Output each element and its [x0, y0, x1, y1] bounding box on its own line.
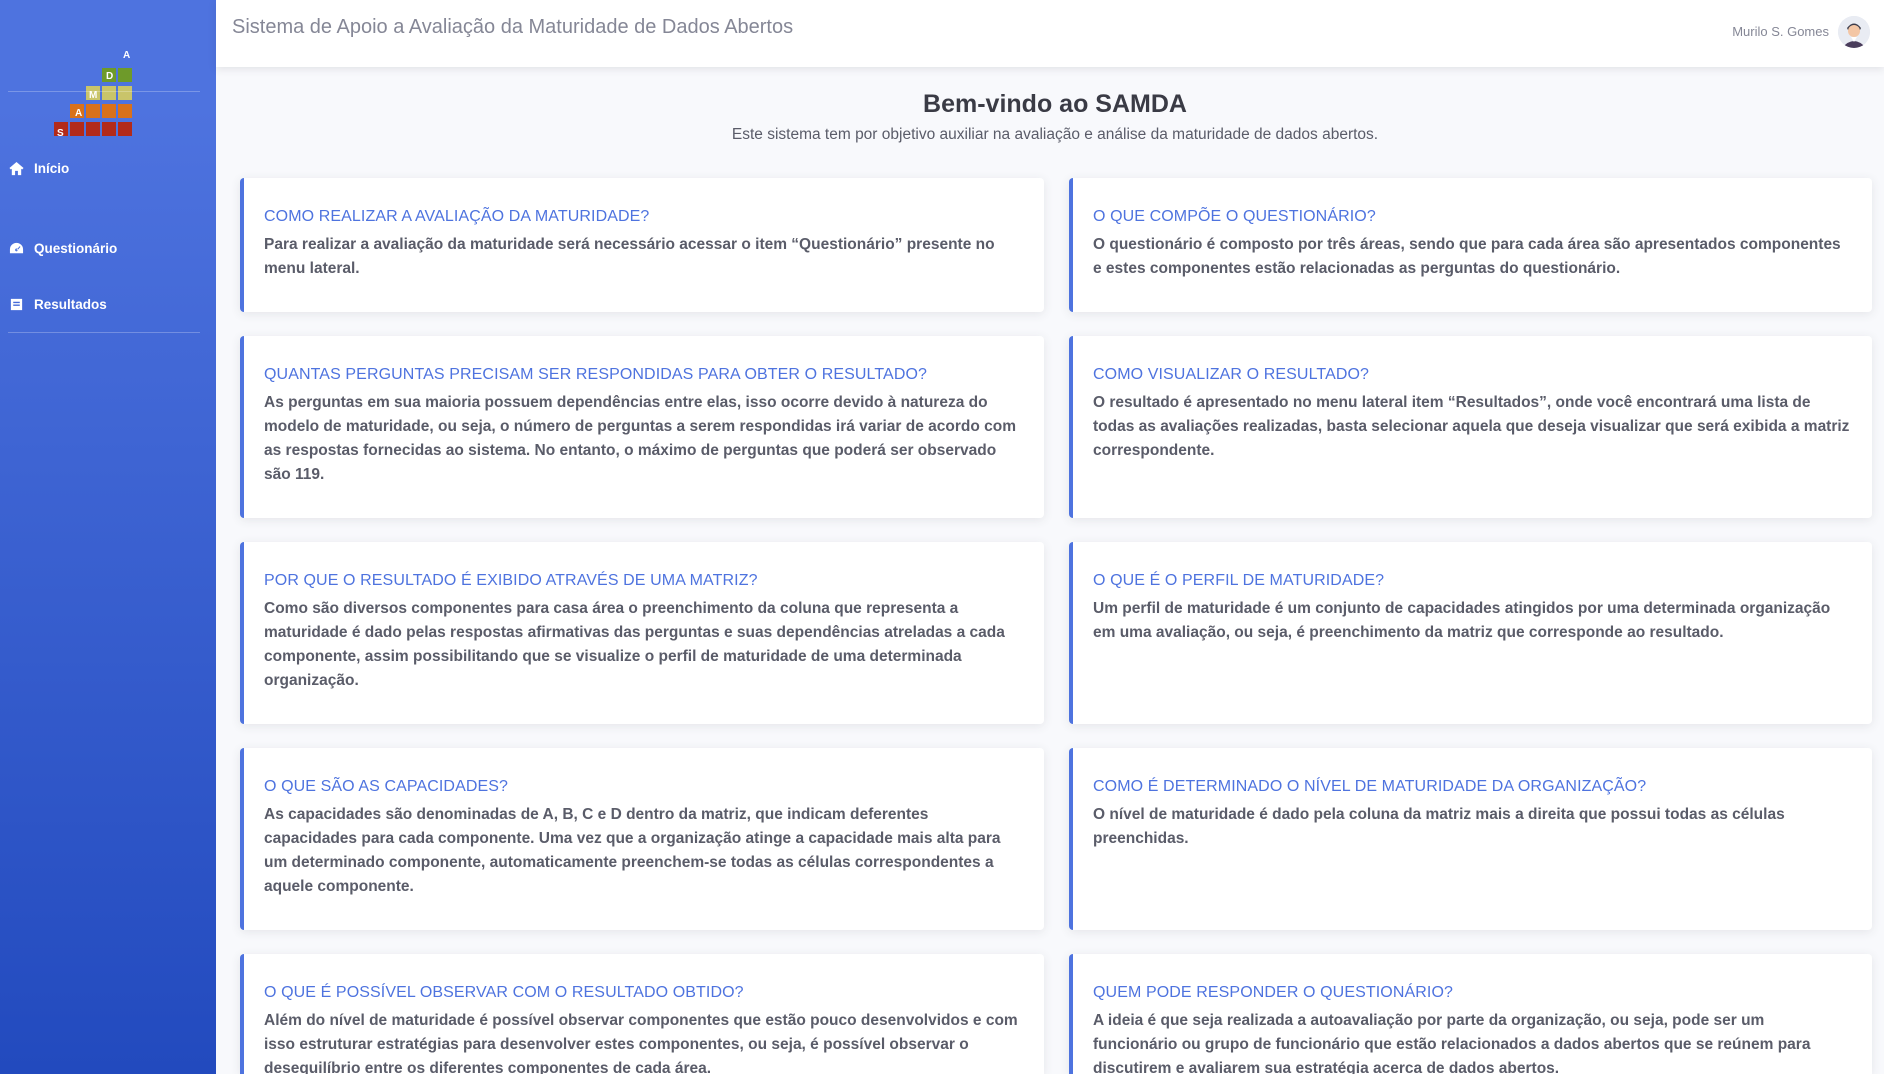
- tachometer-icon: [8, 240, 24, 256]
- faq-card-text: As perguntas em sua maioria possuem depe…: [264, 394, 1016, 483]
- page-subtitle: Este sistema tem por objetivo auxiliar n…: [731, 126, 1379, 143]
- faq-card: O QUE É POSSÍVEL OBSERVAR COM O RESULTAD…: [240, 954, 1044, 1074]
- faq-card-text: Para realizar a avaliação da maturidade …: [264, 236, 995, 277]
- topbar: Sistema de Apoio a Avaliação da Maturida…: [216, 0, 1884, 67]
- faq-card-title: COMO É DETERMINADO O NÍVEL DE MATURIDADE…: [1093, 778, 1647, 795]
- logo-letter-a2: A: [123, 50, 130, 61]
- faq-card-text: Além do nível de maturidade é possível o…: [264, 1012, 1018, 1074]
- sidebar-item-questionario[interactable]: Questionário: [8, 234, 200, 262]
- faq-card-title: O QUE SÃO AS CAPACIDADES?: [264, 778, 509, 795]
- sidebar-divider: [8, 332, 200, 333]
- app-title: Sistema de Apoio a Avaliação da Maturida…: [232, 16, 794, 38]
- faq-card: O QUE É O PERFIL DE MATURIDADE? Um perfi…: [1069, 542, 1872, 724]
- faq-card-title: O QUE COMPÕE O QUESTIONÁRIO?: [1093, 208, 1376, 225]
- faq-card-title: COMO VISUALIZAR O RESULTADO?: [1093, 366, 1370, 383]
- logo-letter-s: S: [57, 128, 64, 139]
- user-name[interactable]: Murilo S. Gomes: [1732, 24, 1829, 39]
- faq-card-title: POR QUE O RESULTADO É EXIBIDO ATRAVÉS DE…: [264, 572, 758, 589]
- faq-card: COMO VISUALIZAR O RESULTADO? O resultado…: [1069, 336, 1872, 518]
- faq-card-text: O questionário é composto por três áreas…: [1093, 236, 1841, 277]
- user-avatar[interactable]: [1838, 16, 1870, 48]
- sidebar-item-label: Resultados: [34, 296, 107, 312]
- home-icon: [8, 160, 24, 176]
- sidebar-divider: [8, 91, 200, 92]
- faq-card-title: O QUE É POSSÍVEL OBSERVAR COM O RESULTAD…: [264, 984, 744, 1001]
- faq-card-title: QUANTAS PERGUNTAS PRECISAM SER RESPONDID…: [264, 366, 928, 383]
- faq-card-text: Como são diversos componentes para casa …: [264, 600, 1005, 689]
- faq-card: COMO REALIZAR A AVALIAÇÃO DA MATURIDADE?…: [240, 178, 1044, 312]
- faq-card-text: Um perfil de maturidade é um conjunto de…: [1093, 600, 1831, 641]
- faq-card: O QUE COMPÕE O QUESTIONÁRIO? O questioná…: [1069, 178, 1872, 312]
- sidebar-item-label: Questionário: [34, 240, 118, 256]
- faq-card-title: QUEM PODE RESPONDER O QUESTIONÁRIO?: [1093, 984, 1453, 1001]
- file-icon: [8, 296, 24, 312]
- faq-card-text: O nível de maturidade é dado pela coluna…: [1093, 806, 1785, 847]
- samda-logo[interactable]: S A M D A: [52, 46, 167, 141]
- faq-card-text: As capacidades são denominadas de A, B, …: [264, 806, 1001, 895]
- logo-letter-a1: A: [75, 108, 82, 119]
- faq-card-title: COMO REALIZAR A AVALIAÇÃO DA MATURIDADE?: [264, 208, 650, 225]
- faq-card: O QUE SÃO AS CAPACIDADES? As capacidades…: [240, 748, 1044, 930]
- faq-card-text: A ideia é que seja realizada a autoavali…: [1093, 1012, 1811, 1074]
- sidebar-item-inicio[interactable]: Início: [8, 154, 200, 182]
- faq-card-text: O resultado é apresentado no menu latera…: [1093, 394, 1850, 459]
- faq-card-title: O QUE É O PERFIL DE MATURIDADE?: [1093, 572, 1385, 589]
- faq-card: QUEM PODE RESPONDER O QUESTIONÁRIO? A id…: [1069, 954, 1872, 1074]
- avatar-icon: [1838, 16, 1870, 48]
- faq-card: POR QUE O RESULTADO É EXIBIDO ATRAVÉS DE…: [240, 542, 1044, 724]
- logo-letter-d: D: [106, 71, 113, 82]
- sidebar-item-label: Início: [34, 160, 70, 176]
- page-title: Bem-vindo ao SAMDA: [923, 90, 1187, 118]
- sidebar-item-resultados[interactable]: Resultados: [8, 290, 200, 318]
- sidebar: S A M D A Início Questionário Resultados: [0, 0, 216, 1074]
- faq-card: COMO É DETERMINADO O NÍVEL DE MATURIDADE…: [1069, 748, 1872, 930]
- faq-card: QUANTAS PERGUNTAS PRECISAM SER RESPONDID…: [240, 336, 1044, 518]
